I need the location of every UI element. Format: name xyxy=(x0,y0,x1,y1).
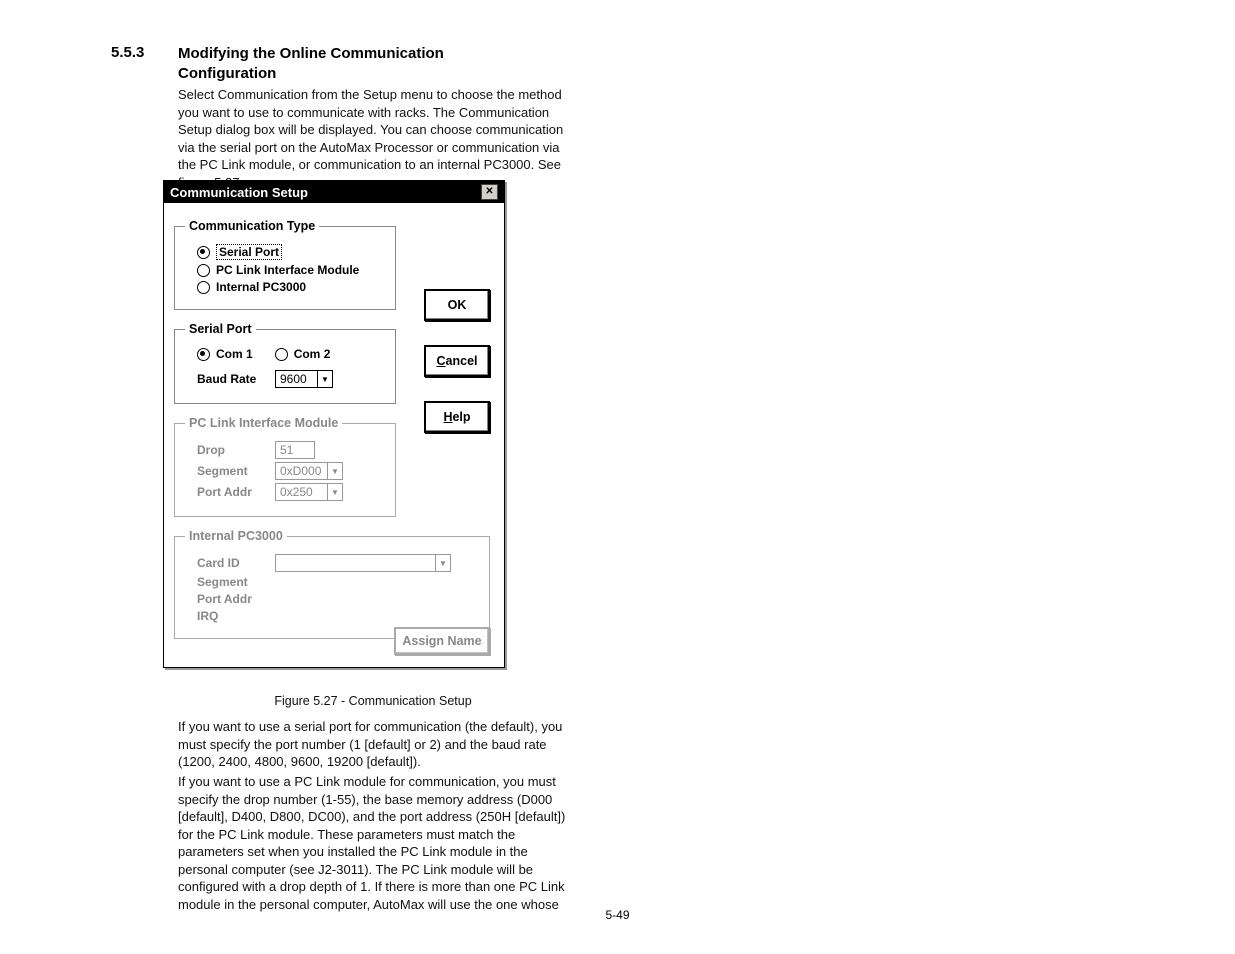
portaddr-select: ▼ xyxy=(275,483,343,501)
ok-button-label: OK xyxy=(448,298,467,312)
drop-input xyxy=(275,441,315,459)
cardid-select: ▼ xyxy=(275,554,451,572)
internal-pc3000-legend: Internal PC3000 xyxy=(185,529,287,543)
communication-type-legend: Communication Type xyxy=(185,219,319,233)
internal-segment-label: Segment xyxy=(197,575,267,589)
close-icon[interactable]: ✕ xyxy=(481,184,498,200)
serial-port-legend: Serial Port xyxy=(185,322,256,336)
intro-paragraph: Select Communication from the Setup menu… xyxy=(178,86,568,191)
pclink-group: PC Link Interface Module Drop Segment ▼ … xyxy=(174,416,396,517)
radio-com2[interactable]: Com 2 xyxy=(275,347,331,361)
internal-pc3000-group: Internal PC3000 Card ID ▼ Segment Port A… xyxy=(174,529,490,639)
segment-label: Segment xyxy=(197,464,267,478)
chevron-down-icon: ▼ xyxy=(327,483,343,501)
portaddr-label: Port Addr xyxy=(197,485,267,499)
segment-select: ▼ xyxy=(275,462,343,480)
radio-pclink-label: PC Link Interface Module xyxy=(216,263,359,277)
chevron-down-icon[interactable]: ▼ xyxy=(317,370,333,388)
radio-com1[interactable]: Com 1 xyxy=(197,347,253,361)
drop-label: Drop xyxy=(197,443,267,457)
portaddr-input xyxy=(275,483,327,501)
assign-name-button-label: Assign Name xyxy=(402,634,481,648)
radio-icon xyxy=(197,281,210,294)
radio-pclink[interactable]: PC Link Interface Module xyxy=(197,263,385,277)
serial-note-paragraph: If you want to use a serial port for com… xyxy=(178,718,568,771)
figure-caption: Figure 5.27 - Communication Setup xyxy=(178,693,568,710)
cancel-button-label: Cancel xyxy=(437,354,478,368)
internal-irq-label: IRQ xyxy=(197,609,267,623)
cardid-input xyxy=(275,554,435,572)
radio-serial-port[interactable]: Serial Port xyxy=(197,244,385,260)
section-title: Modifying the Online Communication Confi… xyxy=(178,44,488,83)
assign-name-button: Assign Name xyxy=(394,627,490,655)
pclink-note-paragraph: If you want to use a PC Link module for … xyxy=(178,773,568,913)
radio-internal-pc3000[interactable]: Internal PC3000 xyxy=(197,280,385,294)
radio-internal-pc3000-label: Internal PC3000 xyxy=(216,280,306,294)
radio-icon xyxy=(197,264,210,277)
chevron-down-icon: ▼ xyxy=(435,554,451,572)
cancel-button[interactable]: Cancel xyxy=(424,345,490,377)
chevron-down-icon: ▼ xyxy=(327,462,343,480)
help-button-label: Help xyxy=(443,410,470,424)
baud-rate-label: Baud Rate xyxy=(197,372,267,386)
pclink-legend: PC Link Interface Module xyxy=(185,416,342,430)
radio-icon xyxy=(197,246,210,259)
dialog-titlebar: Communication Setup ✕ xyxy=(164,181,504,203)
ok-button[interactable]: OK xyxy=(424,289,490,321)
serial-port-group: Serial Port Com 1 Com 2 Baud Rate xyxy=(174,322,396,404)
radio-com2-label: Com 2 xyxy=(294,347,331,361)
internal-portaddr-label: Port Addr xyxy=(197,592,267,606)
radio-icon xyxy=(197,348,210,361)
segment-input xyxy=(275,462,327,480)
page-number: 5-49 xyxy=(0,908,1235,922)
radio-com1-label: Com 1 xyxy=(216,347,253,361)
radio-serial-port-label: Serial Port xyxy=(216,244,282,260)
baud-rate-input[interactable] xyxy=(275,370,317,388)
section-number: 5.5.3 xyxy=(111,44,144,61)
dialog-title: Communication Setup xyxy=(170,185,308,200)
cardid-label: Card ID xyxy=(197,556,267,570)
baud-rate-select[interactable]: ▼ xyxy=(275,370,333,388)
communication-type-group: Communication Type Serial Port PC Link I… xyxy=(174,219,396,310)
communication-setup-dialog: Communication Setup ✕ Communication Type… xyxy=(163,180,505,668)
help-button[interactable]: Help xyxy=(424,401,490,433)
radio-icon xyxy=(275,348,288,361)
